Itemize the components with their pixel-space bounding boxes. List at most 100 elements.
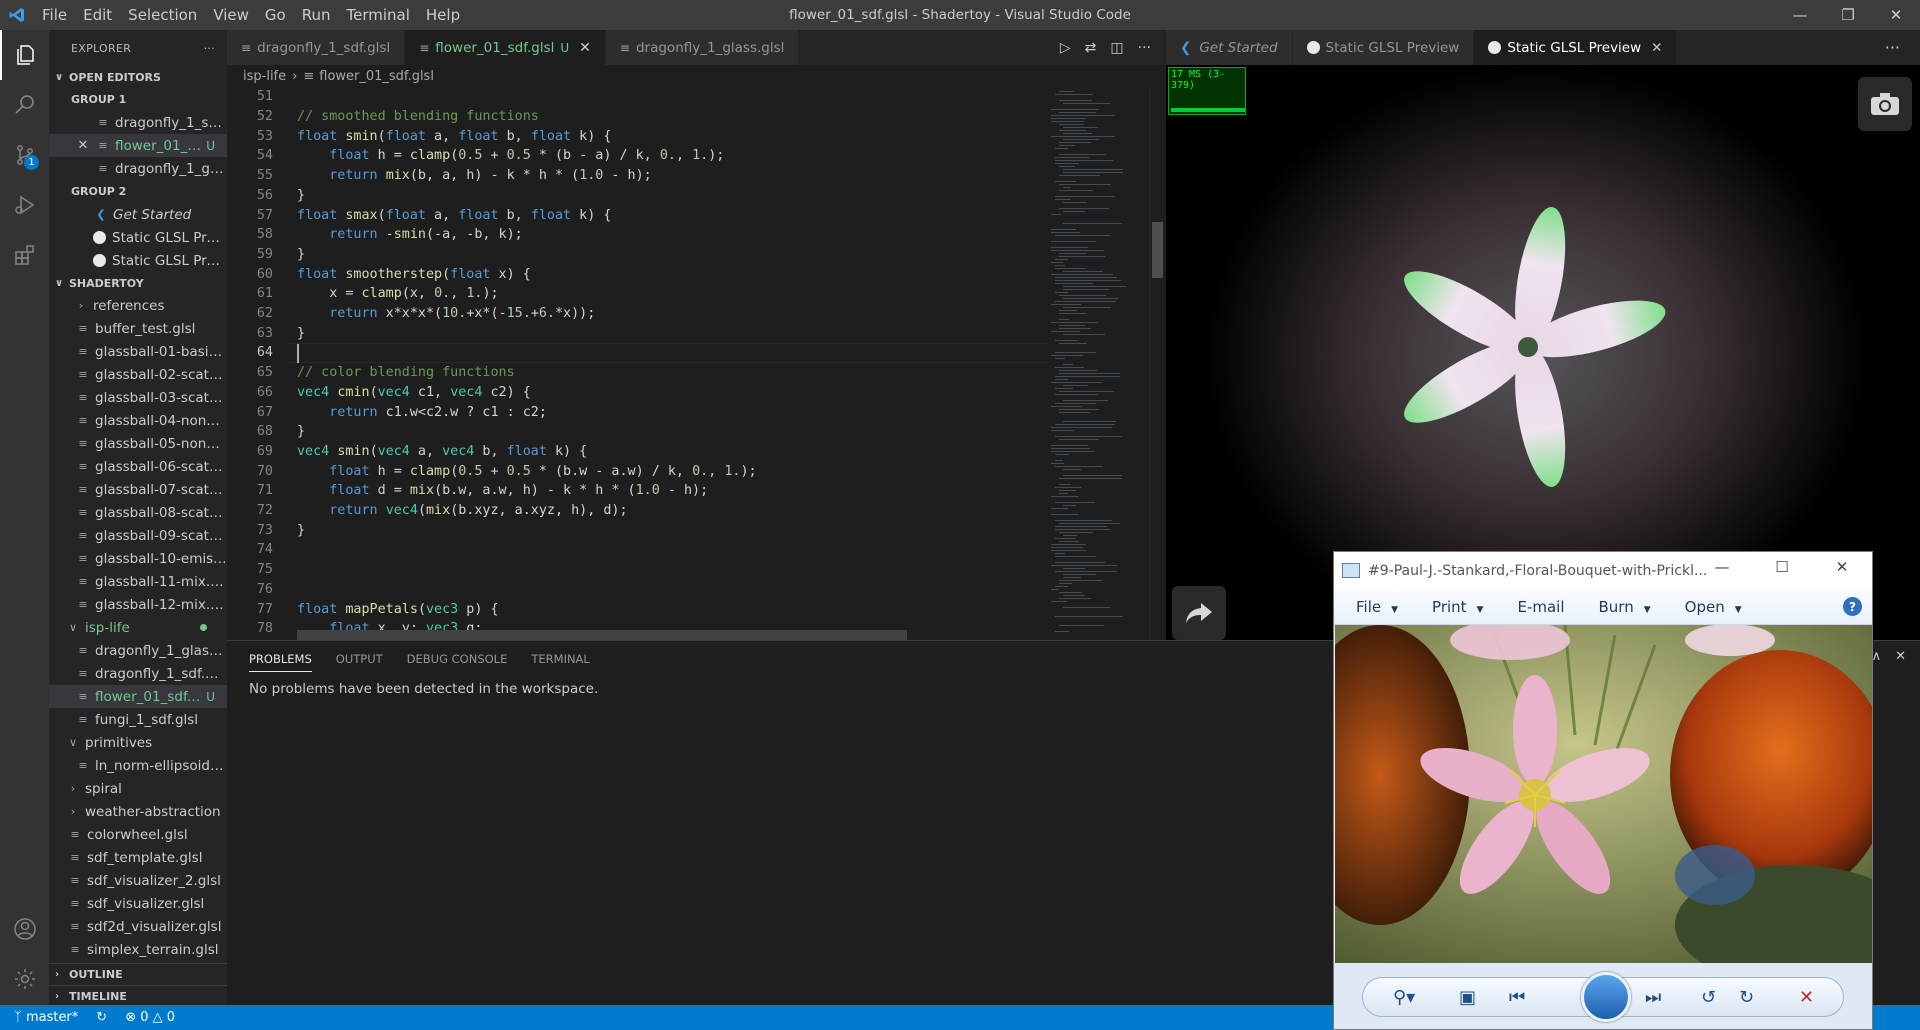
file-item[interactable]: ≡glassball-01-basic.glsl <box>49 340 227 363</box>
file-item[interactable]: ≡ colorwheel.glsl <box>49 823 227 846</box>
restore-icon[interactable]: ❐ <box>1824 0 1872 30</box>
tab-glsl-preview-1[interactable]: Static GLSL Preview <box>1292 30 1475 65</box>
minimize-icon[interactable]: — <box>1692 552 1752 582</box>
branch-indicator[interactable]: ᛉ master* <box>14 1010 78 1025</box>
tab-terminal[interactable]: TERMINAL <box>531 652 589 666</box>
file-item[interactable]: ≡ sdf_visualizer_2.glsl <box>49 869 227 892</box>
compare-icon[interactable]: ⇄ <box>1085 40 1097 56</box>
maximize-icon[interactable]: ☐ <box>1752 552 1812 582</box>
file-item[interactable]: ≡ sdf2d_visualizer.glsl <box>49 915 227 938</box>
tab-dragonfly-sdf[interactable]: ≡ dragonfly_1_sdf.glsl <box>227 30 406 65</box>
more-actions-icon[interactable]: ··· <box>1138 40 1151 56</box>
horizontal-scrollbar[interactable] <box>297 630 907 640</box>
menu-file[interactable]: File <box>34 6 75 24</box>
vertical-scrollbar[interactable] <box>1149 87 1163 640</box>
file-item[interactable]: ≡ dragonfly_1_sdf.glsl <box>49 662 227 685</box>
file-item[interactable]: ≡glassball-05-nonunif... <box>49 432 227 455</box>
file-item[interactable]: ≡ buffer_test.glsl <box>49 317 227 340</box>
folder-item[interactable]: › weather-abstraction <box>49 800 227 823</box>
extensions-icon[interactable] <box>0 230 49 280</box>
close-icon[interactable]: ✕ <box>75 138 91 153</box>
split-editor-icon[interactable]: ◫ <box>1110 40 1123 56</box>
close-panel-icon[interactable]: ✕ <box>1895 649 1906 664</box>
open-editor-item[interactable]: ≡dragonfly_1_glas... <box>49 157 227 180</box>
open-editor-item[interactable]: Static GLSL Previ... <box>49 249 227 272</box>
viewer-menu-open[interactable]: Open ▼ <box>1685 598 1742 616</box>
open-editors-section[interactable]: ∨ OPEN EDITORS <box>49 66 227 88</box>
file-item[interactable]: ≡ simplex_terrain.glsl <box>49 938 227 961</box>
outline-section[interactable]: › OUTLINE <box>49 963 227 985</box>
shadertoy-section[interactable]: ∨ SHADERTOY <box>49 272 227 294</box>
share-icon[interactable] <box>1172 586 1226 640</box>
menu-go[interactable]: Go <box>257 6 294 24</box>
menu-help[interactable]: Help <box>418 6 468 24</box>
file-item[interactable]: ≡ sdf_template.glsl <box>49 846 227 869</box>
tab-dragonfly-glass[interactable]: ≡ dragonfly_1_glass.glsl <box>605 30 800 65</box>
explorer-icon[interactable] <box>0 30 49 80</box>
folder-item[interactable]: ∨ primitives <box>49 731 227 754</box>
file-item-active[interactable]: ≡ flower_01_sdf.g... U <box>49 685 227 708</box>
viewer-menu-email[interactable]: E-mail <box>1517 598 1564 616</box>
timeline-section[interactable]: › TIMELINE <box>49 985 227 1005</box>
more-actions-icon[interactable]: ··· <box>204 42 215 55</box>
menu-view[interactable]: View <box>205 6 257 24</box>
viewer-menu-file[interactable]: File ▼ <box>1356 598 1398 616</box>
close-tab-icon[interactable]: ✕ <box>1651 40 1662 56</box>
file-item[interactable]: ≡glassball-09-scatter.... <box>49 524 227 547</box>
open-editor-item[interactable]: ❮ Get Started <box>49 203 227 226</box>
tab-debug-console[interactable]: DEBUG CONSOLE <box>407 652 508 666</box>
tab-output[interactable]: OUTPUT <box>336 652 383 666</box>
camera-icon[interactable] <box>1858 77 1912 131</box>
open-editor-item-active[interactable]: ✕ ≡ flower_01_s... U <box>49 134 227 157</box>
minimize-icon[interactable]: — <box>1776 0 1824 30</box>
menu-run[interactable]: Run <box>294 6 339 24</box>
run-debug-icon[interactable] <box>0 180 49 230</box>
viewer-menu-print[interactable]: Print ▼ <box>1432 598 1483 616</box>
file-item[interactable]: ≡glassball-07-scatter.... <box>49 478 227 501</box>
maximize-panel-icon[interactable]: ∧ <box>1872 649 1882 664</box>
file-item[interactable]: ≡ fungi_1_sdf.glsl <box>49 708 227 731</box>
breadcrumb-file[interactable]: flower_01_sdf.glsl <box>319 69 434 84</box>
viewer-menu-burn[interactable]: Burn ▼ <box>1599 598 1651 616</box>
file-item[interactable]: ≡glassball-10-emissio... <box>49 547 227 570</box>
tab-problems[interactable]: PROBLEMS <box>249 652 312 672</box>
file-item[interactable]: ≡ ln_norm-ellipsoid.glsl <box>49 754 227 777</box>
folder-item[interactable]: › spiral <box>49 777 227 800</box>
settings-gear-icon[interactable] <box>0 954 49 1004</box>
close-icon[interactable]: ✕ <box>1872 0 1920 30</box>
file-item[interactable]: ≡glassball-08-scatter.... <box>49 501 227 524</box>
rotate-right-icon[interactable]: ↻ <box>1739 987 1754 1008</box>
more-actions-icon[interactable]: ··· <box>1885 30 1900 65</box>
tab-glsl-preview-2[interactable]: Static GLSL Preview ✕ <box>1474 30 1678 65</box>
breadcrumb-folder[interactable]: isp-life <box>243 69 286 84</box>
actual-size-icon[interactable]: ▣ <box>1459 987 1476 1008</box>
open-editor-item[interactable]: ≡ dragonfly_1_sdf.... <box>49 111 227 134</box>
search-icon[interactable] <box>0 80 49 130</box>
file-item[interactable]: ≡glassball-06-scatter_... <box>49 455 227 478</box>
close-tab-icon[interactable]: ✕ <box>579 40 591 56</box>
problems-indicator[interactable]: ⊗ 0 △ 0 <box>125 1010 175 1025</box>
next-icon[interactable]: ⏭ <box>1645 987 1661 1008</box>
zoom-icon[interactable]: ⚲▾ <box>1393 987 1415 1008</box>
delete-icon[interactable]: ✕ <box>1799 987 1814 1008</box>
run-icon[interactable]: ▷ <box>1060 40 1071 56</box>
file-item[interactable]: ≡glassball-03-scatter.... <box>49 386 227 409</box>
scrollbar-thumb[interactable] <box>1152 222 1163 278</box>
minimap[interactable] <box>1047 87 1149 640</box>
file-item[interactable]: ≡dragonfly_1_glass.glsl <box>49 639 227 662</box>
help-icon[interactable]: ? <box>1843 597 1862 616</box>
menu-selection[interactable]: Selection <box>120 6 205 24</box>
previous-icon[interactable]: ⏮ <box>1509 987 1525 1008</box>
rotate-left-icon[interactable]: ↺ <box>1701 987 1716 1008</box>
code-editor[interactable]: 51 52 53 54 55 56 57 58 59 60 61 62 63 64 65 66 67 68 69 70… <box>227 87 1047 640</box>
menu-terminal[interactable]: Terminal <box>339 6 418 24</box>
source-control-icon[interactable]: 1 <box>0 130 49 180</box>
tab-get-started[interactable]: ❮ Get Started <box>1166 30 1293 65</box>
folder-item[interactable]: › references <box>49 294 227 317</box>
file-item[interactable]: ≡ glassball-12-mix.glsl <box>49 593 227 616</box>
tab-flower-sdf[interactable]: ≡ flower_01_sdf.glsl U ✕ <box>405 30 606 65</box>
menu-edit[interactable]: Edit <box>75 6 120 24</box>
account-icon[interactable] <box>0 904 49 954</box>
file-item[interactable]: ≡ glassball-11-mix.glsl <box>49 570 227 593</box>
file-item[interactable]: ≡ sdf_visualizer.glsl <box>49 892 227 915</box>
